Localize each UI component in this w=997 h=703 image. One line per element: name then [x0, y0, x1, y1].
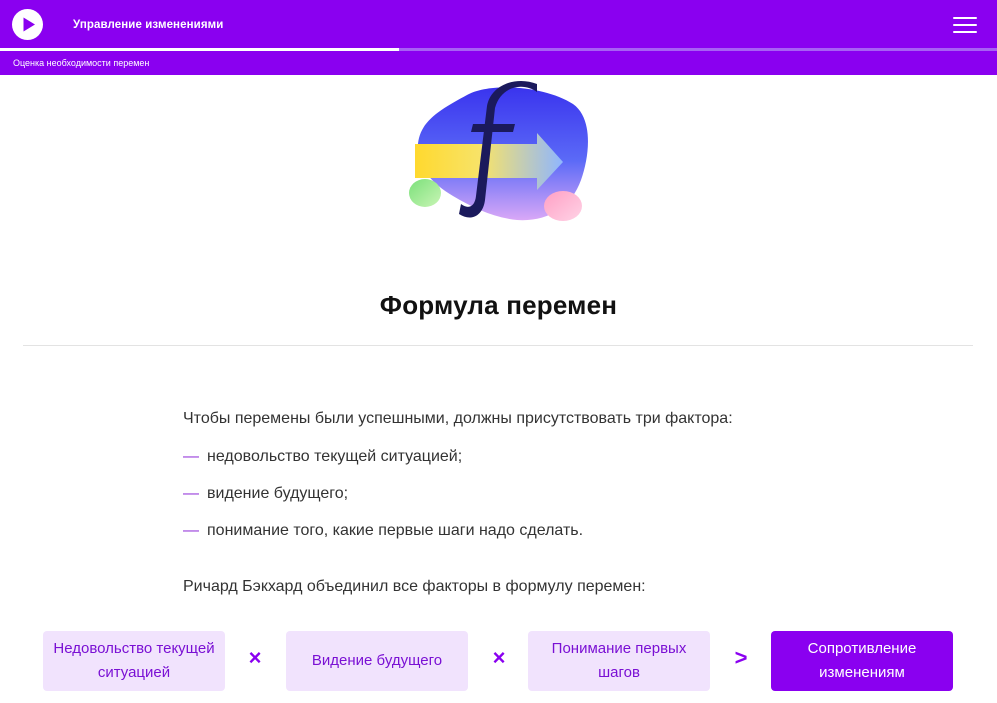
list-item: — недовольство текущей ситуацией;	[183, 448, 462, 466]
progress-fill	[0, 48, 399, 51]
multiply-operator: ×	[492, 645, 506, 670]
outro-text: Ричард Бэкхард объединил все факторы в ф…	[183, 578, 646, 595]
formula-box-resistance: Сопротивление изменениям	[771, 631, 953, 691]
page-title: Формула перемен	[379, 290, 618, 320]
formula-f-illustration	[405, 80, 595, 230]
play-button[interactable]	[12, 9, 43, 40]
list-item: — видение будущего;	[183, 485, 348, 503]
progress-bar	[0, 48, 997, 51]
play-icon	[23, 17, 35, 32]
bullet-dash: —	[183, 448, 199, 465]
bullet-dash: —	[183, 522, 199, 539]
list-item: — понимание того, какие первые шаги надо …	[183, 522, 583, 540]
hamburger-menu-icon	[953, 17, 977, 19]
formula-box-vision: Видение будущего	[286, 631, 468, 691]
divider	[23, 345, 973, 346]
bullet-dash: —	[183, 485, 199, 502]
formula-box-dissatisfaction: Недовольство текущей ситуацией	[43, 631, 225, 691]
factor-text: недовольство текущей ситуацией;	[207, 448, 463, 465]
breadcrumb: Оценка необходимости перемен	[13, 58, 150, 68]
greater-than-operator: >	[734, 645, 748, 670]
factor-text: понимание того, какие первые шаги надо с…	[207, 522, 584, 539]
formula-box-first-steps: Понимание первых шагов	[528, 631, 710, 691]
intro-text: Чтобы перемены были успешными, должны пр…	[183, 410, 733, 427]
menu-button[interactable]	[953, 14, 981, 36]
multiply-operator: ×	[248, 645, 262, 670]
app-title: Управление изменениями	[73, 19, 224, 31]
factor-text: видение будущего;	[207, 485, 349, 502]
top-bar: Управление изменениями Оценка необходимо…	[0, 0, 997, 75]
